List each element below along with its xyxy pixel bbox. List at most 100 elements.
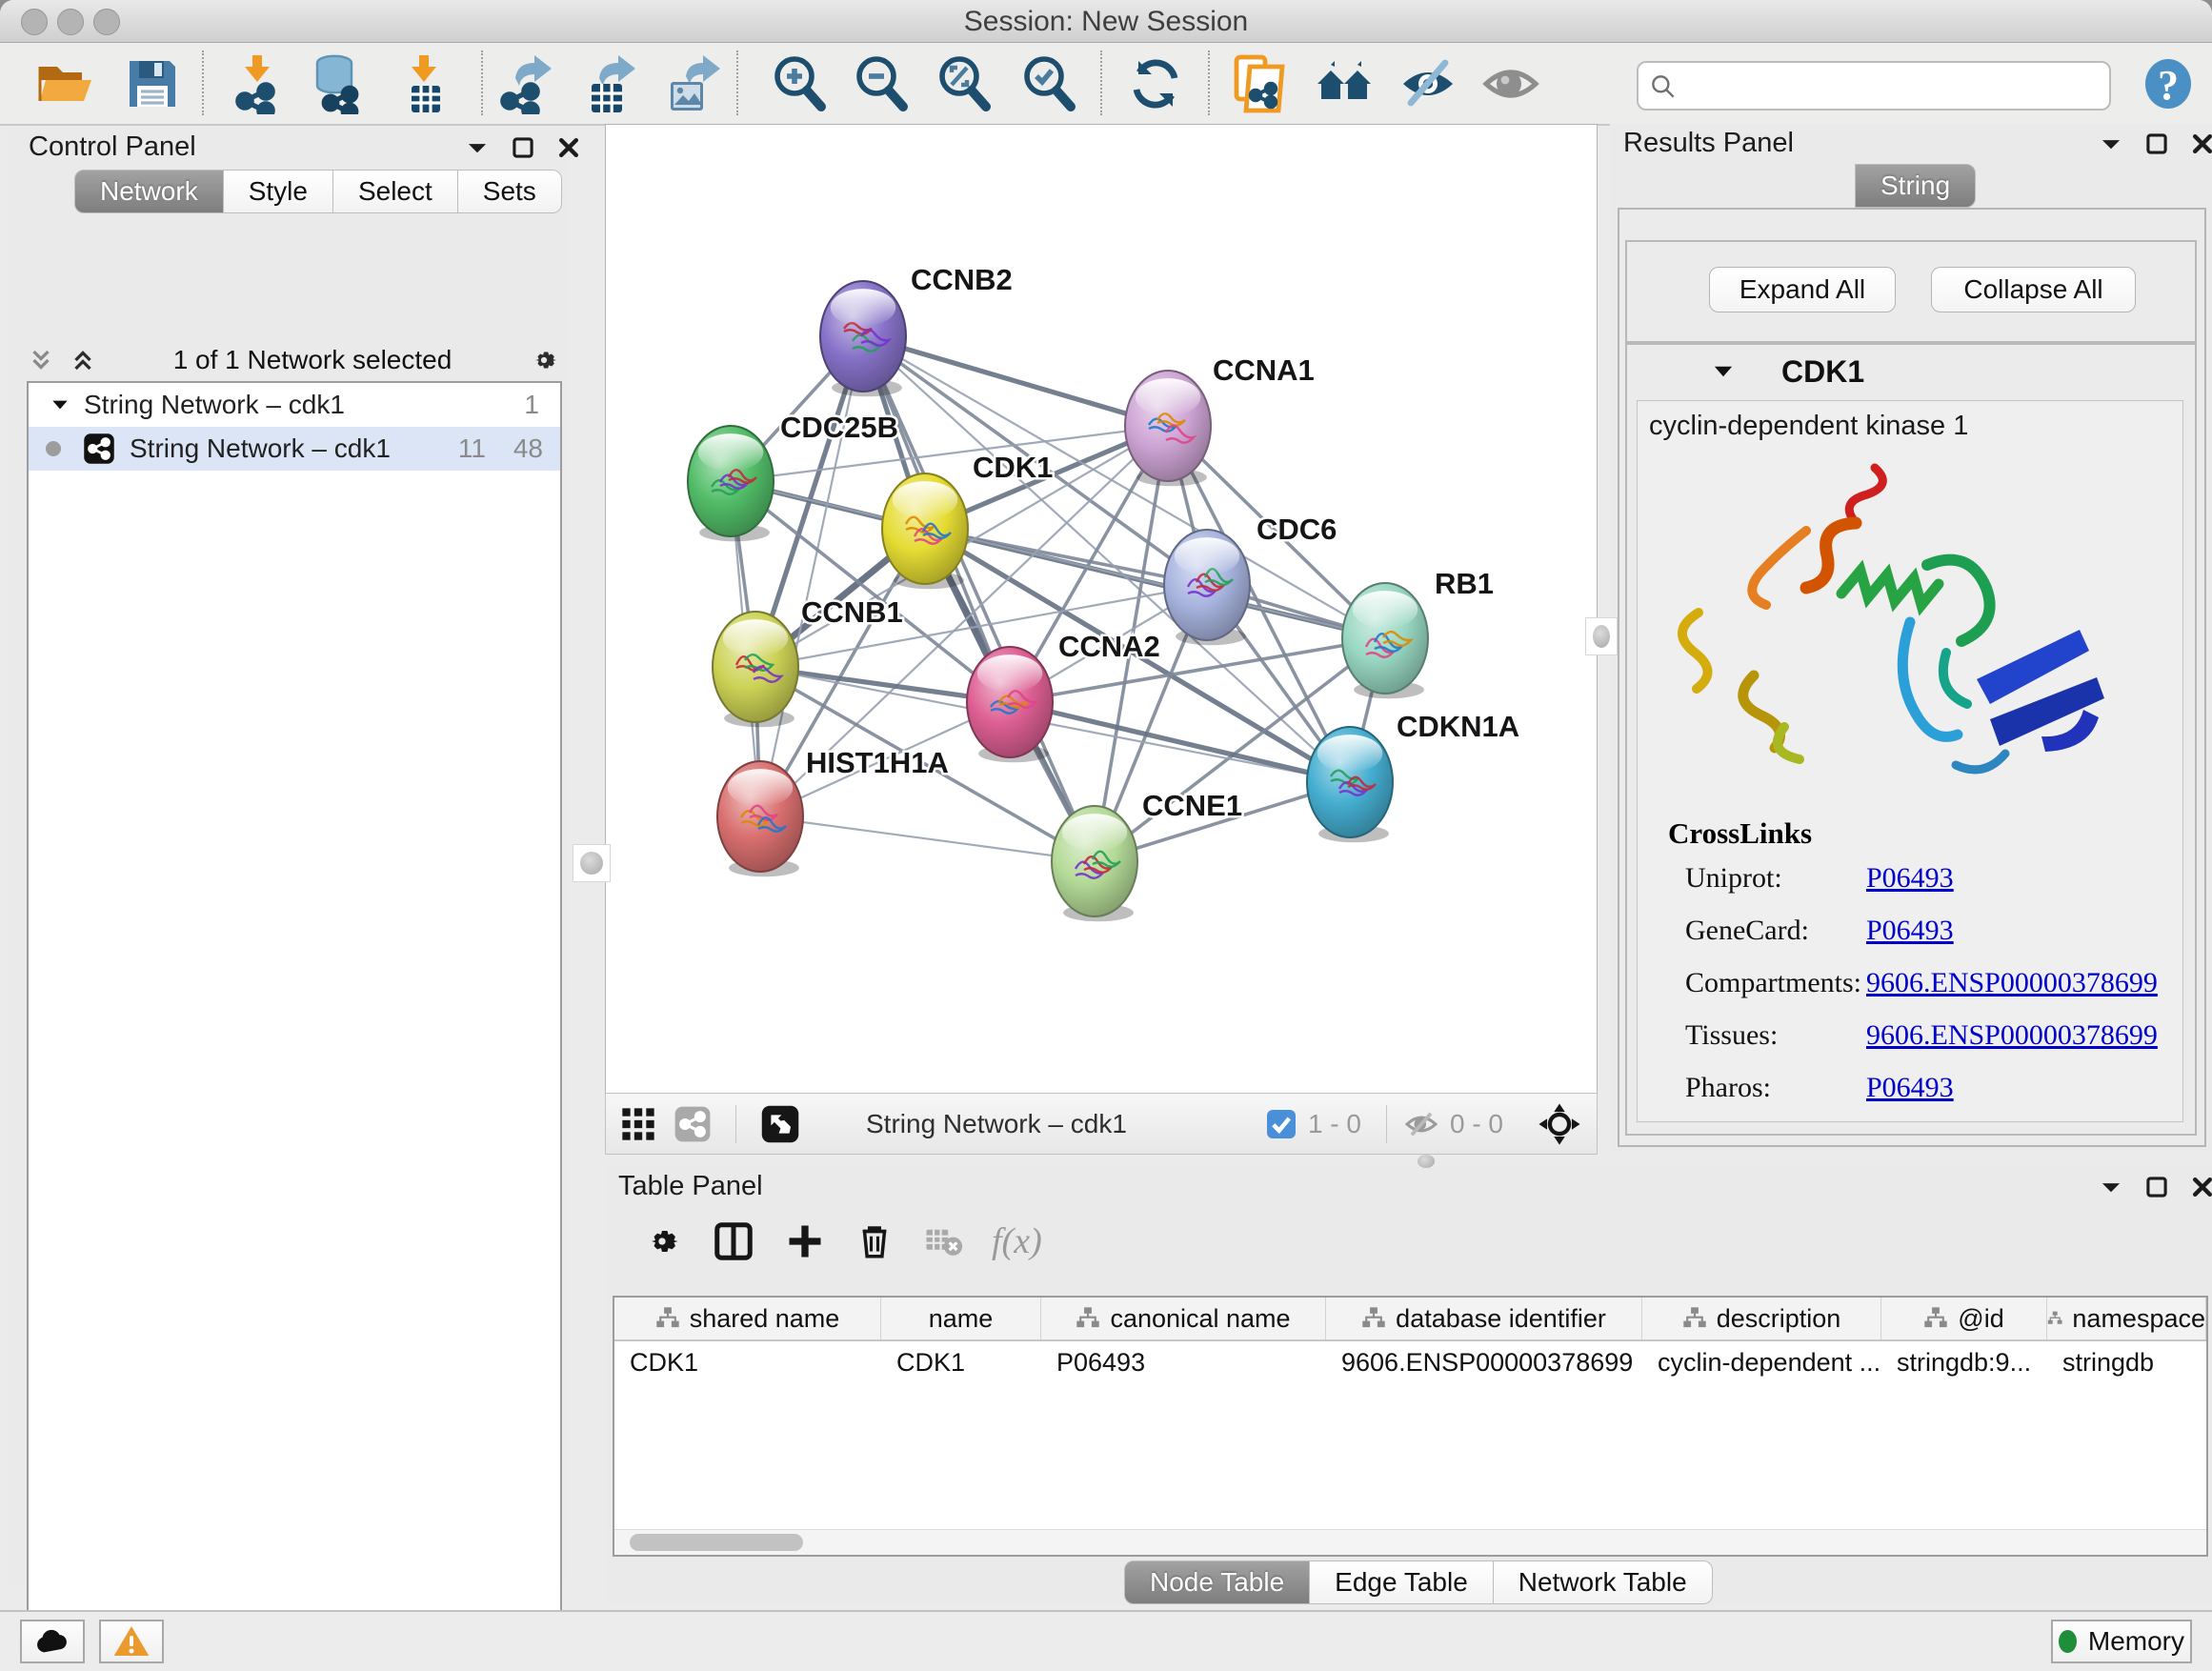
- expand-all-button[interactable]: Expand All: [1709, 267, 1896, 312]
- hide-selected-button[interactable]: [1398, 53, 1458, 114]
- node-label-HIST1H1A: HIST1H1A: [806, 746, 949, 779]
- window-title: Session: New Session: [0, 6, 2212, 38]
- node-label-CDC6: CDC6: [1257, 513, 1337, 546]
- column-header-description[interactable]: description: [1642, 1298, 1881, 1339]
- network-node-CCNE1[interactable]: CCNE1: [1052, 789, 1242, 921]
- vertical-splitter-handle[interactable]: [1585, 617, 1618, 655]
- network-canvas[interactable]: CCNB2CCNA1CDC25BCDK1CDC6RB1CCNB1CCNA2CDK…: [605, 124, 1598, 1095]
- column-header--id[interactable]: @id: [1881, 1298, 2047, 1339]
- import-network-from-database-button[interactable]: [308, 53, 369, 114]
- network-edge-CCNB2-CCNA1[interactable]: [863, 336, 1168, 426]
- network-row[interactable]: String Network – cdk1 11 48: [29, 427, 560, 471]
- tab-sets[interactable]: Sets: [458, 170, 562, 213]
- panel-close-icon[interactable]: [2190, 130, 2212, 158]
- search-input[interactable]: [1688, 67, 2101, 103]
- status-bar: Memory: [0, 1610, 2212, 1671]
- zoom-selected-button[interactable]: [1019, 53, 1080, 114]
- crosslink-label: Uniprot:: [1685, 862, 1782, 895]
- panel-float-icon[interactable]: [511, 133, 535, 162]
- panel-menu-icon[interactable]: [465, 133, 490, 162]
- crosslink-link[interactable]: P06493: [1866, 1072, 1954, 1104]
- network-collection-row[interactable]: String Network – cdk1 1: [29, 383, 560, 427]
- control-panel-tabs: NetworkStyleSelectSets: [74, 170, 562, 213]
- save-session-button[interactable]: [122, 53, 183, 114]
- network-node-HIST1H1A[interactable]: HIST1H1A: [717, 746, 949, 876]
- import-table-button[interactable]: [394, 53, 455, 114]
- fit-content-crosshair-icon[interactable]: [1538, 1102, 1581, 1146]
- network-edge-CCNB2-HIST1H1A[interactable]: [760, 336, 863, 816]
- crosslink-link[interactable]: 9606.ENSP00000378699: [1866, 1019, 2158, 1052]
- panel-close-icon[interactable]: [2190, 1173, 2212, 1201]
- tab-node-table[interactable]: Node Table: [1124, 1560, 1310, 1604]
- network-node-CDC25B[interactable]: CDC25B: [688, 411, 898, 541]
- export-table-button[interactable]: [576, 53, 637, 114]
- tab-select[interactable]: Select: [333, 170, 458, 213]
- column-header-canonical-name[interactable]: canonical name: [1041, 1298, 1326, 1339]
- hidden-eye-icon[interactable]: [1402, 1105, 1440, 1143]
- network-node-CDC6[interactable]: CDC6: [1164, 513, 1337, 645]
- cloud-status-button[interactable]: [20, 1620, 85, 1663]
- crosslink-link[interactable]: P06493: [1866, 862, 1954, 895]
- delete-table-icon[interactable]: [923, 1221, 963, 1261]
- horizontal-splitter-handle[interactable]: [1408, 1154, 1444, 1169]
- home-neighborhood-button[interactable]: [1314, 53, 1375, 114]
- zoom-out-button[interactable]: [852, 53, 913, 114]
- import-network-button[interactable]: [228, 53, 289, 114]
- expand-all-networks-icon[interactable]: [69, 346, 97, 374]
- clone-network-button[interactable]: [1229, 53, 1290, 114]
- tab-style[interactable]: Style: [224, 170, 333, 213]
- tab-string[interactable]: String: [1855, 164, 1976, 208]
- column-header-name[interactable]: name: [881, 1298, 1041, 1339]
- tab-edge-table[interactable]: Edge Table: [1310, 1560, 1494, 1604]
- warnings-button[interactable]: [99, 1620, 164, 1663]
- selected-nodes-checkbox[interactable]: [1264, 1107, 1298, 1141]
- table-cell: P06493: [1041, 1341, 1326, 1383]
- table-horizontal-scrollbar[interactable]: [614, 1529, 2206, 1555]
- table-row[interactable]: CDK1CDK1P064939606.ENSP00000378699cyclin…: [614, 1341, 2206, 1383]
- show-all-button[interactable]: [1480, 53, 1541, 114]
- scrollbar-thumb[interactable]: [630, 1534, 803, 1551]
- panel-float-icon[interactable]: [2144, 130, 2169, 158]
- column-header-namespace[interactable]: namespace: [2047, 1298, 2206, 1339]
- memory-button[interactable]: Memory: [2051, 1620, 2192, 1663]
- refresh-view-button[interactable]: [1125, 53, 1186, 114]
- column-header-shared-name[interactable]: shared name: [614, 1298, 881, 1339]
- protein-section-header[interactable]: CDK1: [1627, 345, 2195, 398]
- vertical-splitter-handle[interactable]: [573, 844, 611, 882]
- network-node-CDKN1A[interactable]: CDKN1A: [1307, 710, 1519, 842]
- network-node-CCNA2[interactable]: CCNA2: [967, 630, 1160, 762]
- zoom-in-button[interactable]: [770, 53, 831, 114]
- results-panel: Results Panel String Expand All Collapse…: [1610, 124, 2212, 1153]
- crosslink-link[interactable]: P06493: [1866, 915, 1954, 947]
- panel-close-icon[interactable]: [556, 133, 581, 162]
- add-column-icon[interactable]: [784, 1220, 826, 1262]
- network-edge-HIST1H1A-CCNE1[interactable]: [760, 816, 1095, 861]
- network-node-CCNA1[interactable]: CCNA1: [1125, 353, 1315, 486]
- network-options-gear-icon[interactable]: [528, 346, 560, 374]
- panel-menu-icon[interactable]: [2099, 130, 2123, 158]
- birdseye-view-icon[interactable]: [759, 1103, 801, 1145]
- export-image-button[interactable]: [659, 53, 720, 114]
- tab-network-table[interactable]: Network Table: [1494, 1560, 1713, 1604]
- collapse-all-networks-icon[interactable]: [27, 346, 55, 374]
- column-header-database-identifier[interactable]: database identifier: [1326, 1298, 1642, 1339]
- panel-menu-icon[interactable]: [2099, 1173, 2123, 1201]
- crosslink-link[interactable]: 9606.ENSP00000378699: [1866, 967, 2158, 999]
- grid-view-icon[interactable]: [619, 1105, 657, 1143]
- zoom-fit-button[interactable]: [935, 53, 995, 114]
- section-collapse-icon[interactable]: [1711, 359, 1736, 384]
- panel-float-icon[interactable]: [2144, 1173, 2169, 1201]
- show-columns-icon[interactable]: [712, 1219, 755, 1263]
- table-settings-gear-icon[interactable]: [641, 1220, 683, 1262]
- collapse-all-button[interactable]: Collapse All: [1931, 267, 2136, 312]
- open-session-button[interactable]: [34, 53, 95, 114]
- export-network-button[interactable]: [493, 53, 553, 114]
- network-share-view-icon[interactable]: [673, 1104, 713, 1144]
- collection-expander-icon[interactable]: [50, 394, 70, 415]
- tab-network[interactable]: Network: [74, 170, 224, 213]
- function-builder-icon[interactable]: f(x): [992, 1220, 1042, 1262]
- help-button[interactable]: ?: [2138, 53, 2199, 114]
- delete-column-icon[interactable]: [855, 1221, 895, 1261]
- node-label-CDKN1A: CDKN1A: [1397, 710, 1519, 743]
- network-node-RB1[interactable]: RB1: [1342, 567, 1494, 698]
